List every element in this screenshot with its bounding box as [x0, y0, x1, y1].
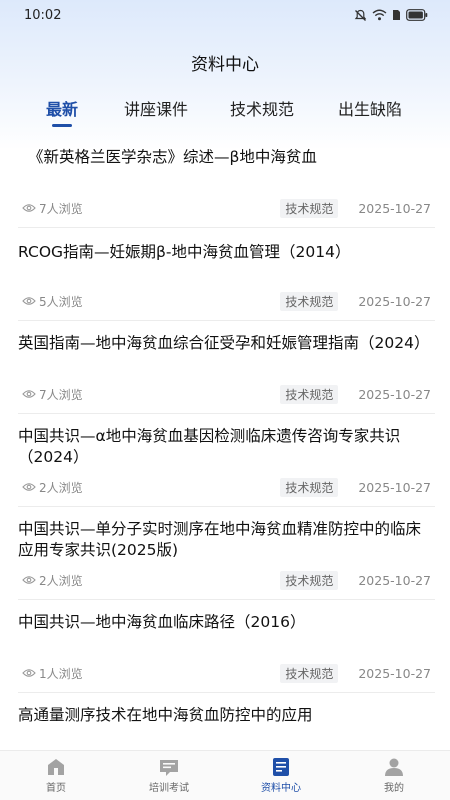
tab-label: 出生缺陷 — [338, 100, 403, 119]
publish-date: 2025-10-27 — [358, 479, 431, 495]
category-badge: 技术规范 — [280, 384, 339, 404]
bottom-navigation: 首页 培训考试 资料中心 我的 — [0, 750, 450, 800]
eye-icon — [22, 297, 36, 305]
nav-profile[interactable]: 我的 — [364, 757, 424, 794]
nav-resource-center[interactable]: 资料中心 — [251, 757, 311, 794]
training-icon — [160, 760, 178, 776]
view-count: 2人浏览 — [22, 572, 83, 589]
eye-icon — [22, 390, 36, 398]
list-item[interactable]: RCOG指南—妊娠期β-地中海贫血管理（2014） 5人浏览 技术规范 2025… — [18, 228, 435, 321]
publish-date: 2025-10-27 — [358, 293, 431, 309]
list-item[interactable]: 《新英格兰医学杂志》综述—β地中海贫血 7人浏览 技术规范 2025-10-27 — [18, 140, 435, 228]
view-count: 7人浏览 — [22, 386, 83, 403]
item-title: 高通量测序技术在地中海贫血防控中的应用 — [18, 706, 313, 724]
category-badge: 技术规范 — [280, 477, 339, 497]
view-count-text: 2人浏览 — [39, 573, 83, 588]
view-count: 1人浏览 — [22, 665, 83, 682]
list-item[interactable]: 中国共识—地中海贫血临床路径（2016） 1人浏览 技术规范 2025-10-2… — [18, 600, 435, 693]
item-meta: 5人浏览 技术规范 2025-10-27 — [22, 291, 431, 311]
tab-label: 最新 — [46, 100, 79, 119]
tab-label: 讲座课件 — [124, 100, 189, 119]
nav-home[interactable]: 首页 — [26, 757, 86, 794]
item-title: 中国共识—地中海贫血临床路径（2016） — [18, 613, 306, 631]
category-badge: 技术规范 — [280, 198, 339, 218]
status-time: 10:02 — [24, 7, 62, 23]
item-title: 《新英格兰医学杂志》综述—β地中海贫血 — [28, 148, 317, 166]
item-meta: 7人浏览 技术规范 2025-10-27 — [22, 384, 431, 404]
view-count: 7人浏览 — [22, 200, 83, 217]
view-count-text: 1人浏览 — [39, 666, 83, 681]
sim-icon — [393, 10, 400, 20]
document-icon — [273, 758, 289, 776]
view-count-text: 7人浏览 — [39, 387, 83, 402]
tab-latest[interactable]: 最新 — [46, 96, 79, 127]
wifi-icon — [372, 9, 387, 21]
item-meta: 7人浏览 技术规范 2025-10-27 — [22, 198, 431, 218]
nav-label: 培训考试 — [149, 783, 189, 794]
tab-technical-standards[interactable]: 技术规范 — [230, 96, 294, 120]
list-item[interactable]: 中国共识—α地中海贫血基因检测临床遗传咨询专家共识（2024） 2人浏览 技术规… — [18, 414, 435, 507]
battery-icon — [406, 9, 428, 21]
category-badge: 技术规范 — [280, 663, 339, 683]
item-meta: 2人浏览 技术规范 2025-10-27 — [22, 570, 431, 590]
view-count-text: 7人浏览 — [39, 201, 83, 216]
category-badge: 技术规范 — [280, 291, 339, 311]
publish-date: 2025-10-27 — [358, 665, 431, 681]
publish-date: 2025-10-27 — [358, 200, 431, 216]
nav-label: 资料中心 — [261, 783, 301, 794]
active-tab-indicator — [52, 124, 73, 127]
tab-label: 技术规范 — [230, 100, 295, 119]
nav-label: 我的 — [384, 783, 404, 794]
tab-birth-defects[interactable]: 出生缺陷 — [338, 96, 402, 120]
list-item[interactable]: 中国共识—单分子实时测序在地中海贫血精准防控中的临床应用专家共识(2025版) … — [18, 507, 435, 600]
category-tabs: 最新 讲座课件 技术规范 出生缺陷 — [0, 96, 450, 130]
item-title: 中国共识—单分子实时测序在地中海贫血精准防控中的临床应用专家共识(2025版) — [18, 520, 422, 559]
status-bar: 10:02 — [0, 0, 450, 30]
tab-lecture-slides[interactable]: 讲座课件 — [124, 96, 188, 120]
item-title: 中国共识—α地中海贫血基因检测临床遗传咨询专家共识（2024） — [18, 427, 401, 466]
list-item[interactable]: 高通量测序技术在地中海贫血防控中的应用 — [18, 693, 435, 753]
mute-icon — [354, 9, 367, 21]
profile-icon — [385, 758, 403, 776]
item-meta: 1人浏览 技术规范 2025-10-27 — [22, 663, 431, 683]
view-count: 2人浏览 — [22, 479, 83, 496]
document-list: 《新英格兰医学杂志》综述—β地中海贫血 7人浏览 技术规范 2025-10-27… — [0, 140, 450, 753]
list-item[interactable]: 英国指南—地中海贫血综合征受孕和妊娠管理指南（2024） 7人浏览 技术规范 2… — [18, 321, 435, 414]
publish-date: 2025-10-27 — [358, 572, 431, 588]
home-icon — [48, 759, 64, 775]
nav-training-exams[interactable]: 培训考试 — [139, 757, 199, 794]
publish-date: 2025-10-27 — [358, 386, 431, 402]
page-title: 资料中心 — [191, 55, 259, 75]
category-badge: 技术规范 — [280, 570, 339, 590]
eye-icon — [22, 483, 36, 491]
item-title: RCOG指南—妊娠期β-地中海贫血管理（2014） — [18, 243, 351, 261]
view-count-text: 2人浏览 — [39, 480, 83, 495]
eye-icon — [22, 204, 36, 212]
nav-label: 首页 — [46, 783, 66, 794]
view-count: 5人浏览 — [22, 293, 83, 310]
item-meta: 2人浏览 技术规范 2025-10-27 — [22, 477, 431, 497]
view-count-text: 5人浏览 — [39, 294, 83, 309]
status-icons — [354, 9, 428, 22]
eye-icon — [22, 669, 36, 677]
eye-icon — [22, 576, 36, 584]
item-title: 英国指南—地中海贫血综合征受孕和妊娠管理指南（2024） — [18, 334, 430, 352]
